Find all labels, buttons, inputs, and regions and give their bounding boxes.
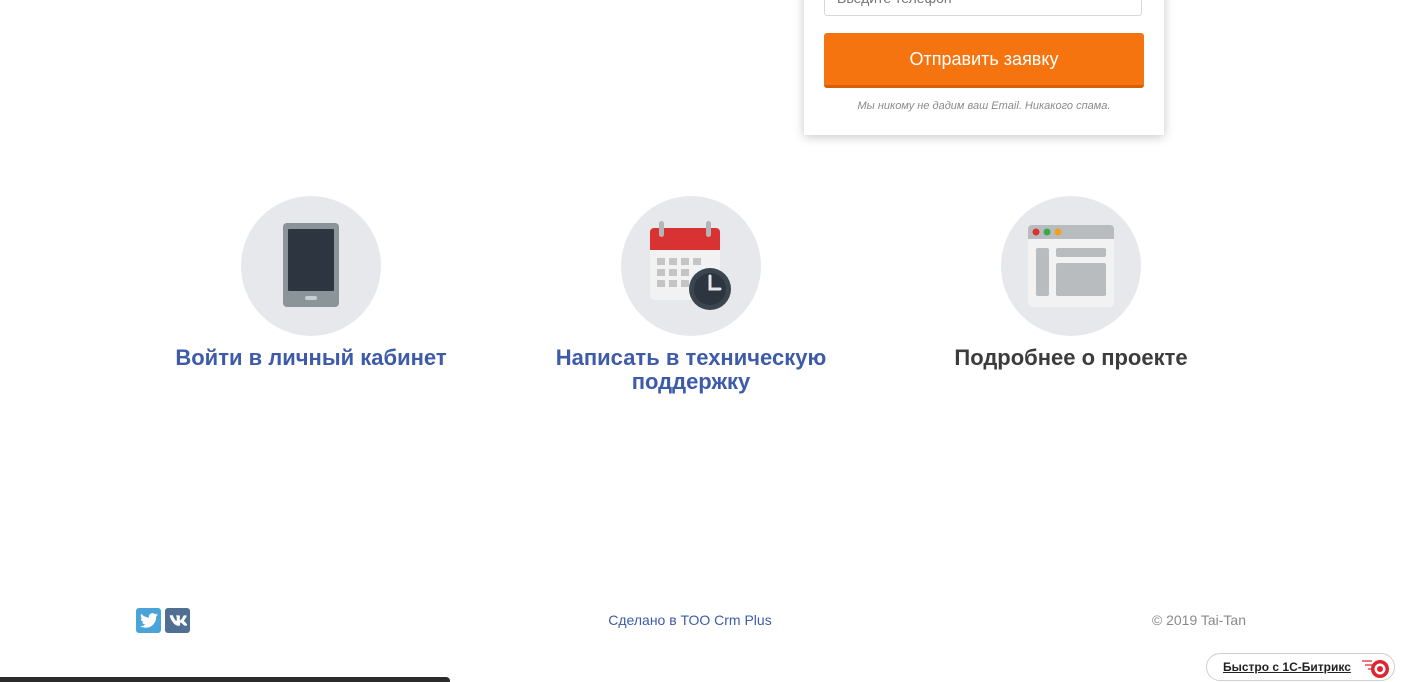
privacy-note: Мы никому не дадим ваш Email. Никакого с… [857,100,1111,112]
personal-account-link[interactable]: Войти в личный кабинет [141,196,481,370]
feature-icon-circle [241,196,381,336]
tech-support-link[interactable]: Написать в техническую поддержку [521,196,861,394]
vk-icon[interactable] [165,608,190,633]
bottom-bar [0,677,450,682]
made-by-link[interactable]: Сделано в ТОО Crm Plus [560,612,820,628]
feature-title: Написать в техническую поддержку [555,345,827,394]
bitrix-badge[interactable]: Быстро с 1С-Битрикс [1206,653,1395,681]
submit-request-button[interactable]: Отправить заявку [824,33,1144,88]
feature-title: Войти в личный кабинет [175,345,447,370]
bitrix-logo-icon [1362,656,1390,682]
tablet-icon [283,223,339,307]
feature-icon-circle [621,196,761,336]
feature-title: Подробнее о проекте [954,345,1188,370]
phone-input[interactable] [824,0,1142,16]
browser-window-icon [1028,225,1114,307]
about-project-item[interactable]: Подробнее о проекте [901,196,1241,370]
bitrix-badge-label: Быстро с 1С-Битрикс [1223,660,1351,674]
twitter-icon[interactable] [136,608,161,633]
copyright: © 2019 Tai-Tan [1151,612,1246,628]
social-links [136,608,190,633]
feature-icon-circle [1001,196,1141,336]
page: Отправить заявку Мы никому не дадим ваш … [0,0,1411,682]
calendar-clock-icon [650,221,731,310]
request-form-card: Отправить заявку Мы никому не дадим ваш … [804,0,1164,135]
